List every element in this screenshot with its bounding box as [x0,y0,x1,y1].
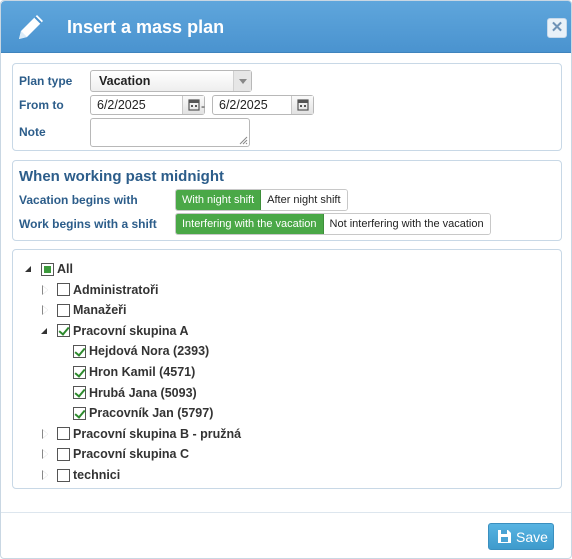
save-button[interactable]: Save [488,523,554,550]
tree-node-checkbox[interactable] [41,262,54,276]
vacation-begins-label: Vacation begins with [19,193,138,207]
tree-node: Pracovní skupina A [41,322,189,340]
midnight-section-title: When working past midnight [19,168,224,185]
tree-node: Pracovní skupina B - pružná [41,425,241,443]
plan-type-label: Plan type [19,74,73,88]
save-label: Save [516,529,548,545]
tree-node-label[interactable]: Pracovník Jan (5797) [89,406,213,420]
option-interfering[interactable]: Interfering with the vacation [176,214,324,234]
tree-node-label[interactable]: technici [73,468,120,482]
tree-node: Hejdová Nora (2393) [57,342,209,360]
option-with-night-shift[interactable]: With night shift [176,190,262,210]
footer-divider [1,512,571,513]
note-textarea[interactable] [90,118,250,147]
tree-node: technici [41,466,120,484]
tree-node-label[interactable]: Hejdová Nora (2393) [89,344,209,358]
note-label: Note [19,125,46,139]
expanded-triangle-icon[interactable] [25,265,33,273]
employee-tree-panel: All Administratoři Manažeři Pracovní skupin… [12,249,562,489]
collapsed-triangle-icon[interactable] [41,449,49,460]
save-icon [498,530,511,543]
tree-node-checkbox[interactable] [57,468,70,482]
date-range-dash: - [201,99,205,113]
close-icon: ✕ [550,19,564,36]
tree-node-checkbox[interactable] [57,303,70,317]
tree-node: Manažeři [41,301,127,319]
chevron-down-icon [233,71,251,91]
date-to-calendar-button[interactable] [291,96,313,114]
tree-node-checkbox[interactable] [73,365,86,379]
tree-node-label[interactable]: Administratoři [73,283,158,297]
resize-grip-icon[interactable] [238,135,248,145]
tree-node-checkbox[interactable] [57,427,70,441]
work-begins-label: Work begins with a shift [19,217,157,231]
tree-node-label[interactable]: Pracovní skupina A [73,324,189,338]
dialog-title: Insert a mass plan [67,17,225,37]
date-from-value: 6/2/2025 [97,98,146,112]
tree-node-checkbox[interactable] [57,283,70,297]
expanded-triangle-icon[interactable] [41,327,49,335]
tree-node: All [25,260,73,278]
date-to-value: 6/2/2025 [219,98,268,112]
tree-node: Pracovní skupina C [41,445,189,463]
tree-node: Hrubá Jana (5093) [57,384,197,402]
tree-node-checkbox[interactable] [57,324,70,338]
tree-node: Pracovník Jan (5797) [57,404,213,422]
tree-node-label[interactable]: Hrubá Jana (5093) [89,386,197,400]
tree-node: Administratoři [41,281,158,299]
collapsed-triangle-icon[interactable] [41,305,49,316]
work-begins-toggle: Interfering with the vacation Not interf… [175,213,491,235]
tree-node-label[interactable]: Pracovní skupina C [73,447,189,461]
from-to-label: From to [19,98,64,112]
tree-node-label[interactable]: Manažeři [73,303,127,317]
option-after-night-shift[interactable]: After night shift [261,190,347,210]
plan-type-value: Vacation [99,74,151,88]
tree-node-label[interactable]: Pracovní skupina B - pružná [73,427,241,441]
tree-node-label[interactable]: Hron Kamil (4571) [89,365,195,379]
collapsed-triangle-icon[interactable] [41,470,49,480]
collapsed-triangle-icon[interactable] [41,284,49,295]
insert-mass-plan-dialog: Insert a mass plan ✕ Plan type Vacation … [0,0,572,559]
date-from-field[interactable]: 6/2/2025 [90,95,205,115]
calendar-icon [297,99,309,111]
date-to-field[interactable]: 6/2/2025 [212,95,314,115]
option-not-interfering[interactable]: Not interfering with the vacation [323,214,490,234]
vacation-begins-toggle: With night shift After night shift [175,189,348,211]
midnight-panel: When working past midnight Vacation begi… [12,160,562,241]
tree-node-checkbox[interactable] [73,406,86,420]
dialog-titlebar: Insert a mass plan ✕ [1,1,571,53]
tree-node-checkbox[interactable] [73,386,86,400]
tree-node: Hron Kamil (4571) [57,363,195,381]
tree-node-checkbox[interactable] [57,447,70,461]
collapsed-triangle-icon[interactable] [41,428,49,439]
pencil-icon [19,15,43,39]
close-button[interactable]: ✕ [547,18,567,38]
plan-type-select[interactable]: Vacation [90,70,252,92]
tree-node-checkbox[interactable] [73,344,86,358]
tree-node-label[interactable]: All [57,262,73,276]
plan-form-panel: Plan type Vacation From to 6/2/2025 - 6/… [12,63,562,151]
